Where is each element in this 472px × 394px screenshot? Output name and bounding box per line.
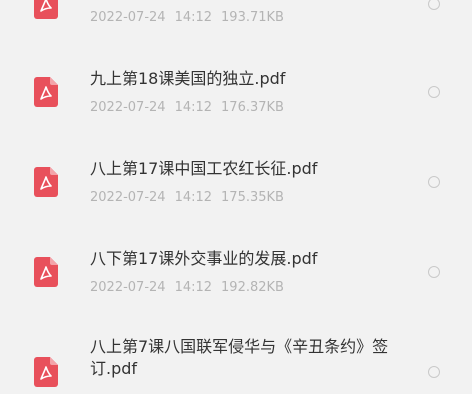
file-name: 八上第17课中国工农红长征.pdf bbox=[90, 159, 318, 178]
file-name: 九上第18课美国的独立.pdf bbox=[90, 69, 286, 88]
file-name: 八下第17课外交事业的发展.pdf bbox=[90, 249, 318, 268]
file-meta: 2022-07-24 14:12 176.37KB bbox=[90, 100, 284, 116]
file-name: 八上第7课八国联军侵华与《辛丑条约》签订.pdf bbox=[90, 337, 389, 378]
file-time: 14:12 bbox=[174, 280, 213, 295]
file-date: 2022-07-24 bbox=[90, 190, 166, 205]
select-radio[interactable] bbox=[428, 176, 440, 188]
pdf-icon bbox=[34, 357, 58, 387]
file-time: 14:12 bbox=[174, 190, 213, 205]
file-row[interactable]: 2022-07-24 14:12 193.71KB bbox=[0, 0, 472, 42]
select-radio[interactable] bbox=[428, 366, 440, 378]
select-radio[interactable] bbox=[428, 266, 440, 278]
pdf-icon bbox=[34, 0, 58, 19]
pdf-icon bbox=[34, 257, 58, 287]
file-row[interactable]: 八上第7课八国联军侵华与《辛丑条约》签订.pdf bbox=[0, 326, 472, 394]
file-size: 193.71KB bbox=[221, 10, 284, 25]
file-row[interactable]: 八上第17课中国工农红长征.pdf 2022-07-24 14:12 175.35K… bbox=[0, 138, 472, 226]
file-size: 175.35KB bbox=[221, 190, 284, 205]
file-meta: 2022-07-24 14:12 175.35KB bbox=[90, 190, 284, 206]
file-row[interactable]: 八下第17课外交事业的发展.pdf 2022-07-24 14:12 192.82K… bbox=[0, 228, 472, 316]
pdf-icon bbox=[34, 77, 58, 107]
file-list: 2022-07-24 14:12 193.71KB 九上第18课美国的独立.pdf … bbox=[0, 0, 472, 394]
file-size: 192.82KB bbox=[221, 280, 284, 295]
pdf-icon bbox=[34, 167, 58, 197]
file-time: 14:12 bbox=[174, 10, 213, 25]
select-radio[interactable] bbox=[428, 86, 440, 98]
file-date: 2022-07-24 bbox=[90, 280, 166, 295]
select-radio[interactable] bbox=[428, 0, 440, 10]
file-date: 2022-07-24 bbox=[90, 100, 166, 115]
file-date: 2022-07-24 bbox=[90, 10, 166, 25]
file-meta: 2022-07-24 14:12 192.82KB bbox=[90, 280, 284, 296]
file-meta: 2022-07-24 14:12 193.71KB bbox=[90, 10, 284, 26]
file-time: 14:12 bbox=[174, 100, 213, 115]
file-row[interactable]: 九上第18课美国的独立.pdf 2022-07-24 14:12 176.37KB bbox=[0, 48, 472, 136]
file-size: 176.37KB bbox=[221, 100, 284, 115]
